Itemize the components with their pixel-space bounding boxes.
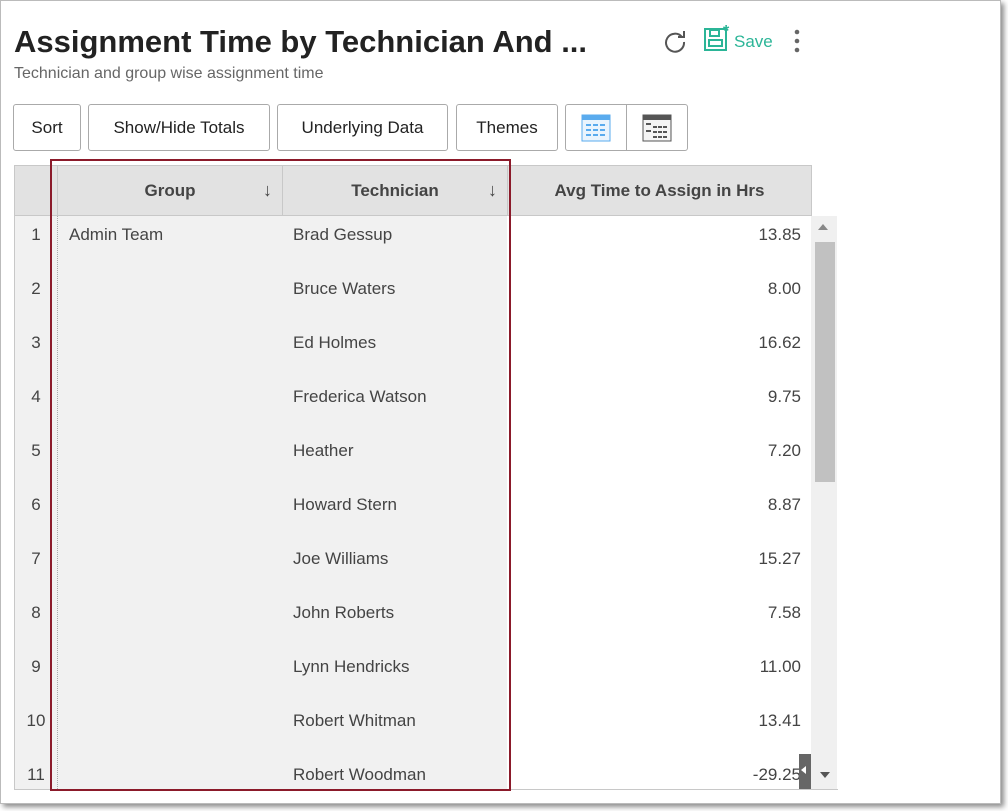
table-cell-avg: -29.25 <box>752 765 801 784</box>
scroll-up-icon[interactable] <box>818 224 828 230</box>
refresh-icon[interactable] <box>663 29 687 53</box>
avg-time-column: 13.85 8.00 16.62 9.75 7.20 8.87 15.27 7.58 11.00… <box>507 216 812 789</box>
table-cell-avg: 13.41 <box>758 711 801 730</box>
pivot-view-icon <box>642 114 672 141</box>
column-header-avg-time[interactable]: Avg Time to Assign in Hrs <box>507 165 812 216</box>
sort-button[interactable]: Sort <box>13 104 81 151</box>
more-options-icon[interactable] <box>792 29 802 53</box>
svg-text:*: * <box>723 24 730 40</box>
scrollbar-thumb[interactable] <box>815 242 835 482</box>
save-button[interactable]: * Save <box>704 24 773 52</box>
show-hide-totals-button[interactable]: Show/Hide Totals <box>88 104 270 151</box>
scroll-down-icon[interactable] <box>820 772 830 778</box>
table-cell-avg: 8.00 <box>767 279 801 298</box>
table-cell-avg: 8.87 <box>767 495 801 514</box>
table-cell-avg: 7.58 <box>767 603 801 622</box>
table-cell-avg: 16.62 <box>758 333 801 352</box>
selection-highlight <box>50 159 511 791</box>
table-view-icon <box>581 114 611 141</box>
table-cell-avg: 11.00 <box>759 657 801 676</box>
themes-button[interactable]: Themes <box>456 104 558 151</box>
table-view-button[interactable] <box>565 104 627 151</box>
panel-collapse-handle[interactable] <box>799 754 811 789</box>
save-icon: * <box>704 24 730 51</box>
report-title: Assignment Time by Technician And ... <box>14 24 588 59</box>
save-label: Save <box>734 32 773 51</box>
report-subtitle: Technician and group wise assignment tim… <box>14 65 324 82</box>
column-label: Avg Time to Assign in Hrs <box>554 180 765 200</box>
collapse-left-icon <box>801 766 806 774</box>
underlying-data-button[interactable]: Underlying Data <box>277 104 448 151</box>
table-cell-avg: 13.85 <box>758 225 801 244</box>
table-cell-avg: 15.27 <box>758 549 801 568</box>
table-cell-avg: 9.75 <box>767 387 801 406</box>
pivot-view-button[interactable] <box>626 104 688 151</box>
table-cell-avg: 7.20 <box>767 441 801 460</box>
